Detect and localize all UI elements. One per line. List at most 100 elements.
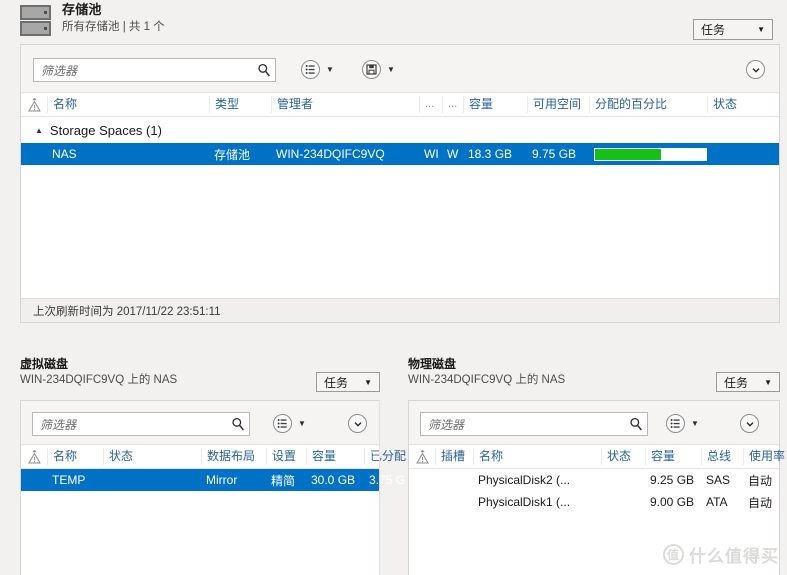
cell-name: PhysicalDisk1 (...	[478, 495, 571, 509]
physical-disks-toolbar: 筛选器 ▼	[409, 401, 779, 445]
warning-icon[interactable]	[409, 448, 435, 465]
tasks-button-virtual-disks[interactable]: 任务 ▼	[316, 372, 380, 392]
cell-bus: ATA	[706, 495, 728, 509]
physical-disks-section-header: 物理磁盘 WIN-234DQIFC9VQ 上的 NAS 任务 ▼	[408, 357, 780, 393]
pools-filter-placeholder: 筛选器	[41, 63, 78, 78]
allocation-progress-fill	[595, 148, 662, 160]
last-refresh-text: 上次刷新时间为 2017/11/22 23:51:11	[33, 305, 221, 318]
watermark: 值 什么值得买	[663, 542, 779, 567]
cell-capacity: 9.25 GB	[650, 473, 695, 487]
column-header-type[interactable]: 类型	[209, 96, 271, 113]
cell-bus: SAS	[706, 473, 731, 487]
virtual-disks-panel: 筛选器 ▼ 名称 状态 数据布局 设置 容量 已分配 TEMP Mirror 精…	[20, 400, 406, 575]
cell-type: 存储池	[214, 147, 251, 162]
triangle-down-icon[interactable]: ▲	[35, 126, 43, 135]
column-header-col_b[interactable]: ...	[442, 96, 463, 113]
cell-col_a: WI	[424, 147, 439, 161]
virtual-disks-expand-chevron-down-icon[interactable]	[348, 414, 367, 433]
pools-group-row[interactable]: ▲ Storage Spaces (1)	[21, 117, 779, 143]
column-header-status[interactable]: 状态	[601, 448, 645, 465]
warning-icon[interactable]	[21, 448, 47, 465]
cell-usage: 自动	[748, 473, 773, 488]
cell-capacity: 30.0 GB	[311, 473, 356, 487]
virtual-disks-section-header: 虚拟磁盘 WIN-234DQIFC9VQ 上的 NAS 任务 ▼	[20, 357, 380, 393]
pools-filter-input[interactable]: 筛选器	[33, 58, 276, 82]
column-header-alloc_pct[interactable]: 分配的百分比	[589, 96, 707, 113]
column-header-col_a[interactable]: ...	[419, 96, 442, 113]
virtual-disks-filter-placeholder: 筛选器	[40, 417, 77, 432]
column-header-bus[interactable]: 总线	[701, 448, 743, 465]
virtual-disks-table-header: 名称 状态 数据布局 设置 容量 已分配	[21, 445, 406, 469]
list-view-icon[interactable]	[666, 414, 685, 433]
cell-provision: 精简	[271, 473, 296, 488]
list-view-icon[interactable]	[301, 60, 320, 79]
search-icon[interactable]	[629, 417, 643, 431]
physical-disks-filter-input[interactable]: 筛选器	[420, 412, 648, 436]
chevron-down-icon: ▼	[364, 377, 372, 387]
table-row[interactable]: PhysicalDisk1 (... 9.00 GB ATA 自动	[409, 491, 779, 513]
cell-manager: WIN-234DQIFC9VQ	[276, 147, 385, 161]
cell-free: 9.75 GB	[532, 147, 577, 161]
page-subtitle: 所有存储池 | 共 1 个	[62, 21, 165, 33]
column-header-capacity[interactable]: 容量	[306, 448, 364, 465]
virtual-disks-filter-input[interactable]: 筛选器	[32, 412, 250, 436]
cell-name: PhysicalDisk2 (...	[478, 473, 571, 487]
search-icon[interactable]	[231, 417, 245, 431]
virtual-disks-title: 虚拟磁盘	[20, 357, 69, 371]
cell-name: NAS	[52, 147, 77, 161]
table-row[interactable]: PhysicalDisk2 (... 9.25 GB SAS 自动	[409, 469, 779, 491]
column-header-layout[interactable]: 数据布局	[201, 448, 266, 465]
column-header-capacity[interactable]: 容量	[645, 448, 701, 465]
column-header-status[interactable]: 状态	[103, 448, 201, 465]
storage-pools-panel: 筛选器 ▼ ▼ 名称 类型 管理者 ... ... 容量 可用空间 分配的百分比…	[20, 44, 780, 323]
cell-col_b: W	[447, 147, 459, 161]
cell-usage: 自动	[748, 495, 773, 510]
page-title: 存储池	[62, 2, 102, 17]
pools-status-bar: 上次刷新时间为 2017/11/22 23:51:11	[21, 298, 779, 322]
physical-disks-title: 物理磁盘	[408, 357, 457, 371]
pools-group-label: Storage Spaces (1)	[49, 122, 162, 138]
save-view-chevron-down-icon[interactable]: ▼	[387, 66, 395, 74]
watermark-badge: 值	[663, 544, 684, 565]
tasks-button-pools[interactable]: 任务 ▼	[693, 19, 773, 40]
table-row[interactable]: NAS 存储池 WIN-234DQIFC9VQ WI W 18.3 GB 9.75 GB	[21, 143, 779, 165]
virtual-disks-table-body: TEMP Mirror 精简 30.0 GB 3.75 G	[21, 469, 405, 491]
column-header-usage[interactable]: 使用率	[743, 448, 787, 465]
physical-disks-filter-placeholder: 筛选器	[428, 417, 465, 432]
cell-capacity: 9.00 GB	[650, 495, 695, 509]
chevron-down-icon: ▼	[757, 25, 765, 34]
storage-pool-section-header: 存储池 所有存储池 | 共 1 个 任务 ▼	[20, 2, 780, 42]
chevron-down-icon: ▼	[764, 377, 772, 387]
save-view-icon[interactable]	[362, 60, 381, 79]
list-view-chevron-down-icon[interactable]: ▼	[298, 420, 306, 428]
physical-disks-expand-chevron-down-icon[interactable]	[740, 414, 759, 433]
list-view-icon[interactable]	[273, 414, 292, 433]
pools-table-body: NAS 存储池 WIN-234DQIFC9VQ WI W 18.3 GB 9.75 GB	[21, 143, 779, 165]
cell-layout: Mirror	[206, 473, 238, 487]
list-view-chevron-down-icon[interactable]: ▼	[691, 420, 699, 428]
column-header-name[interactable]: 名称	[47, 96, 209, 113]
table-row[interactable]: TEMP Mirror 精简 30.0 GB 3.75 G	[21, 469, 405, 491]
column-header-manager[interactable]: 管理者	[271, 96, 419, 113]
pools-expand-chevron-down-icon[interactable]	[746, 60, 765, 79]
warning-icon[interactable]	[21, 96, 47, 113]
virtual-disks-toolbar: 筛选器 ▼	[21, 401, 379, 445]
column-header-name[interactable]: 名称	[473, 448, 601, 465]
allocation-progress-bar	[594, 147, 707, 161]
pools-table-header: 名称 类型 管理者...... 容量 可用空间 分配的百分比 状态	[21, 93, 779, 117]
column-header-provision[interactable]: 设置	[266, 448, 306, 465]
pools-toolbar: 筛选器 ▼ ▼	[21, 45, 779, 93]
cell-name: TEMP	[52, 473, 86, 487]
search-icon[interactable]	[257, 63, 271, 77]
physical-disks-table-body: PhysicalDisk2 (... 9.25 GB SAS 自动 PhysicalDi…	[409, 469, 779, 513]
column-header-capacity[interactable]: 容量	[463, 96, 527, 113]
column-header-status[interactable]: 状态	[707, 96, 759, 113]
column-header-name[interactable]: 名称	[47, 448, 103, 465]
column-header-slot[interactable]: 插槽	[435, 448, 473, 465]
watermark-text: 什么值得买	[689, 547, 779, 566]
list-view-chevron-down-icon[interactable]: ▼	[326, 66, 334, 74]
server-rack-icon	[20, 4, 52, 38]
tasks-button-physical-disks[interactable]: 任务 ▼	[716, 372, 780, 392]
column-header-free[interactable]: 可用空间	[527, 96, 589, 113]
cell-alloc_pct	[589, 147, 707, 161]
